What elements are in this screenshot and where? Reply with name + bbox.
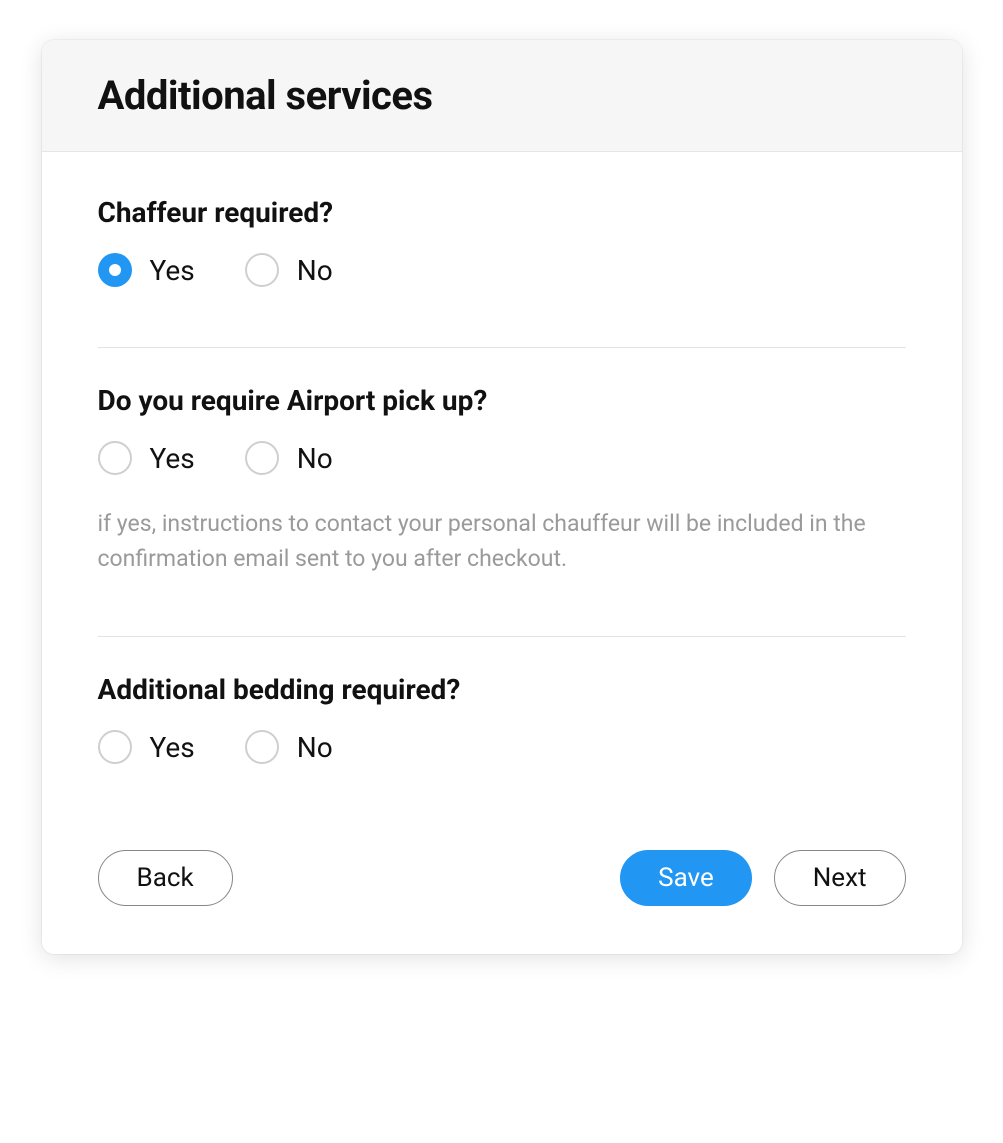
button-row: Back Save Next xyxy=(98,850,906,906)
radio-airport-yes[interactable]: Yes xyxy=(98,441,195,475)
next-button[interactable]: Next xyxy=(774,850,906,906)
radio-group-chauffeur: Yes No xyxy=(98,253,906,287)
back-button[interactable]: Back xyxy=(98,850,233,906)
divider xyxy=(98,636,906,637)
question-bedding-label: Additional bedding required? xyxy=(98,673,906,706)
card-header: Additional services xyxy=(42,40,962,152)
additional-services-card: Additional services Chaffeur required? Y… xyxy=(42,40,962,954)
radio-label: Yes xyxy=(150,442,195,475)
radio-unselected-icon xyxy=(245,253,279,287)
radio-label: No xyxy=(297,442,333,475)
question-airport-label: Do you require Airport pick up? xyxy=(98,384,906,417)
radio-unselected-icon xyxy=(98,730,132,764)
card-title: Additional services xyxy=(98,72,906,119)
radio-bedding-yes[interactable]: Yes xyxy=(98,730,195,764)
question-bedding: Additional bedding required? Yes No xyxy=(98,673,906,800)
question-chauffeur: Chaffeur required? Yes No xyxy=(98,196,906,323)
save-button[interactable]: Save xyxy=(620,850,752,906)
radio-group-airport: Yes No xyxy=(98,441,906,475)
question-chauffeur-label: Chaffeur required? xyxy=(98,196,906,229)
radio-label: Yes xyxy=(150,731,195,764)
radio-selected-icon xyxy=(98,253,132,287)
radio-chauffeur-yes[interactable]: Yes xyxy=(98,253,195,287)
radio-label: Yes xyxy=(150,254,195,287)
divider xyxy=(98,347,906,348)
radio-unselected-icon xyxy=(245,441,279,475)
radio-airport-no[interactable]: No xyxy=(245,441,333,475)
radio-unselected-icon xyxy=(98,441,132,475)
radio-chauffeur-no[interactable]: No xyxy=(245,253,333,287)
question-airport: Do you require Airport pick up? Yes No i… xyxy=(98,384,906,612)
card-body: Chaffeur required? Yes No Do you require… xyxy=(42,152,962,954)
radio-unselected-icon xyxy=(245,730,279,764)
radio-label: No xyxy=(297,254,333,287)
radio-bedding-no[interactable]: No xyxy=(245,730,333,764)
radio-group-bedding: Yes No xyxy=(98,730,906,764)
airport-helper-text: if yes, instructions to contact your per… xyxy=(98,507,906,576)
radio-label: No xyxy=(297,731,333,764)
